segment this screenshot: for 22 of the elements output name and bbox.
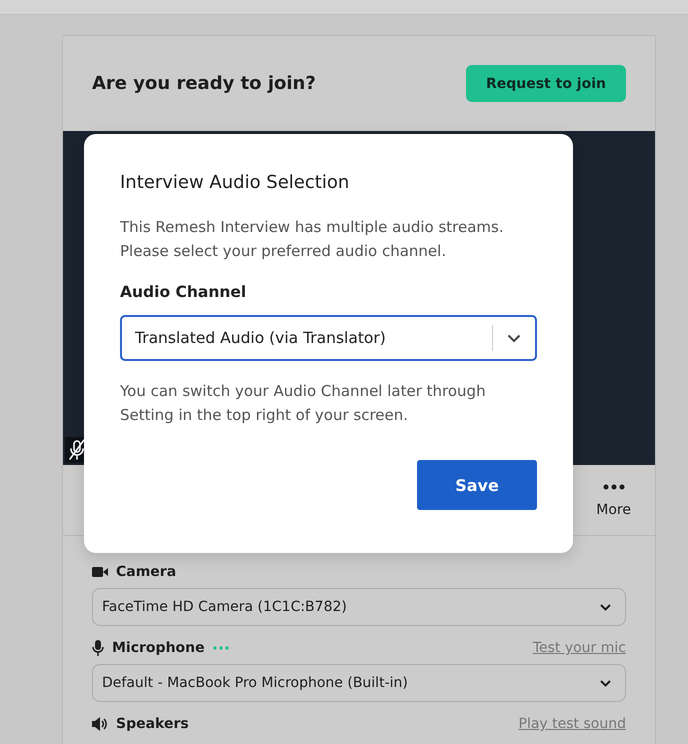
more-icon xyxy=(602,484,625,490)
save-button[interactable]: Save xyxy=(417,460,537,510)
speaker-icon xyxy=(92,717,108,731)
request-to-join-button[interactable]: Request to join xyxy=(466,65,626,102)
dialog-note: You can switch your Audio Channel later through Setting in the top right of your screen. xyxy=(120,381,487,426)
audio-channel-select[interactable]: Translated Audio (via Translator) xyxy=(120,315,537,361)
chevron-down-icon xyxy=(600,604,611,610)
chevron-down-icon xyxy=(600,680,611,686)
device-label: Camera xyxy=(116,564,176,580)
dialog-title: Interview Audio Selection xyxy=(120,172,350,193)
device-label: Speakers xyxy=(116,716,189,732)
camera-icon xyxy=(92,567,108,577)
chevron-down-icon xyxy=(507,334,521,342)
device-select[interactable]: FaceTime HD Camera (1C1C:B782) xyxy=(92,588,626,626)
activity-dots-icon xyxy=(212,646,229,650)
page-title: Are you ready to join? xyxy=(92,73,316,94)
device-select[interactable]: Default - MacBook Pro Microphone (Built-in) xyxy=(92,664,626,702)
dialog-description: This Remesh Interview has multiple audio streams. Please select your preferred audio channel. xyxy=(120,217,505,262)
device-label: Microphone xyxy=(112,640,205,656)
microphone-icon xyxy=(92,640,104,656)
field-label: Audio Channel xyxy=(120,283,248,301)
more-button[interactable]: More xyxy=(590,465,637,535)
